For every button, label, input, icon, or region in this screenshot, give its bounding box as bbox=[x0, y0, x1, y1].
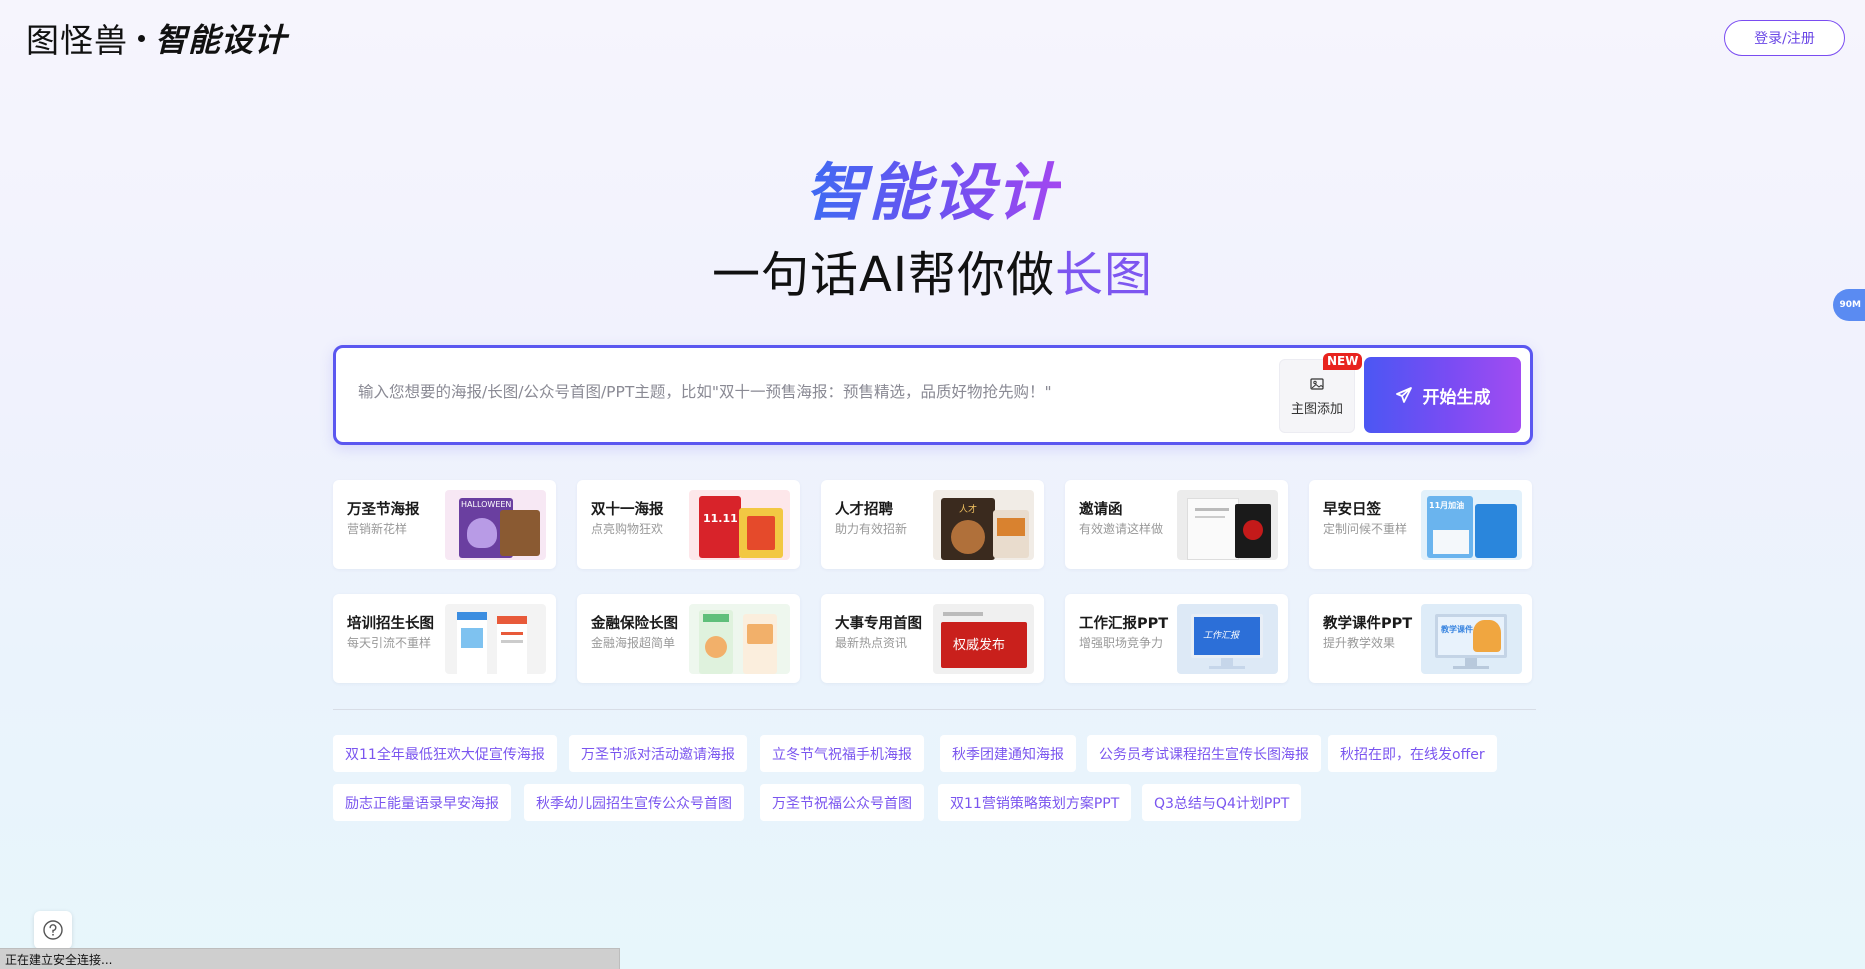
hero-subtitle-highlight: 长图 bbox=[1054, 247, 1153, 303]
training-longimage-thumbnail bbox=[445, 604, 546, 674]
template-card-recruitment[interactable]: 人才招聘 助力有效招新 人才 bbox=[821, 480, 1044, 569]
suggestion-tag[interactable]: 公务员考试课程招生宣传长图海报 bbox=[1087, 735, 1321, 772]
send-icon bbox=[1395, 387, 1412, 403]
card-desc: 营销新花样 bbox=[347, 522, 408, 536]
card-desc: 有效邀请这样做 bbox=[1079, 522, 1164, 536]
work-report-ppt-thumbnail: 工作汇报 bbox=[1177, 604, 1278, 674]
card-title: 工作汇报PPT bbox=[1079, 616, 1169, 632]
halloween-poster-thumbnail: HALLOWEEN bbox=[445, 490, 546, 560]
generate-button[interactable]: 开始生成 bbox=[1364, 357, 1521, 433]
card-desc: 点亮购物狂欢 bbox=[591, 522, 664, 536]
template-card-lesson[interactable]: 教学课件PPT 提升教学效果 教学课件 bbox=[1309, 594, 1532, 683]
template-card-training[interactable]: 培训招生长图 每天引流不重样 bbox=[333, 594, 556, 683]
suggestion-tag[interactable]: 双11营销策略策划方案PPT bbox=[938, 784, 1132, 821]
hero-title: 智能设计 bbox=[804, 156, 1061, 229]
add-main-image-label: 主图添加 bbox=[1290, 401, 1343, 417]
card-title: 教学课件PPT bbox=[1323, 616, 1413, 632]
card-title: 双十一海报 bbox=[591, 502, 664, 518]
prompt-input[interactable] bbox=[356, 382, 1260, 402]
template-card-double11[interactable]: 双十一海报 点亮购物狂欢 11.11 bbox=[577, 480, 800, 569]
template-card-invitation[interactable]: 邀请函 有效邀请这样做 bbox=[1065, 480, 1288, 569]
suggestion-tag[interactable]: 双11全年最低狂欢大促宣传海报 bbox=[333, 735, 557, 772]
lesson-ppt-thumbnail: 教学课件 bbox=[1421, 604, 1522, 674]
suggestion-tag[interactable]: 秋招在即，在线发offer bbox=[1328, 735, 1497, 772]
suggestion-tag[interactable]: 励志正能量语录早安海报 bbox=[333, 784, 511, 821]
logo-dot bbox=[138, 34, 145, 42]
card-title: 人才招聘 bbox=[835, 502, 893, 518]
card-title: 邀请函 bbox=[1079, 502, 1123, 518]
template-card-halloween[interactable]: 万圣节海报 营销新花样 HALLOWEEN bbox=[333, 480, 556, 569]
browser-status-bar: 正在建立安全连接... bbox=[0, 948, 620, 969]
question-icon bbox=[43, 920, 63, 940]
suggestion-tag[interactable]: 万圣节祝福公众号首图 bbox=[760, 784, 924, 821]
new-badge: NEW bbox=[1323, 353, 1363, 370]
invitation-thumbnail bbox=[1177, 490, 1278, 560]
site-logo[interactable]: 图怪兽 智能设计 bbox=[26, 18, 288, 60]
prompt-box: 主图添加 NEW 开始生成 bbox=[333, 345, 1533, 445]
template-card-work-report[interactable]: 工作汇报PPT 增强职场竞争力 工作汇报 bbox=[1065, 594, 1288, 683]
suggestion-tag[interactable]: 秋季幼儿园招生宣传公众号首图 bbox=[524, 784, 744, 821]
card-desc: 金融海报超简单 bbox=[591, 636, 676, 650]
suggestion-tag[interactable]: Q3总结与Q4计划PPT bbox=[1142, 784, 1302, 821]
add-main-image-button[interactable]: 主图添加 bbox=[1279, 359, 1355, 433]
card-title: 万圣节海报 bbox=[347, 502, 420, 518]
hero-subtitle: 一句话AI帮你做长图 bbox=[711, 247, 1153, 303]
card-desc: 最新热点资讯 bbox=[835, 636, 908, 650]
double11-poster-thumbnail: 11.11 bbox=[689, 490, 790, 560]
headline-cover-thumbnail: 权威发布 bbox=[933, 604, 1034, 674]
morning-sign-thumbnail: 11月加油 bbox=[1421, 490, 1522, 560]
help-button[interactable] bbox=[34, 911, 72, 949]
card-desc: 增强职场竞争力 bbox=[1079, 636, 1164, 650]
logo-subtitle: 智能设计 bbox=[155, 21, 288, 59]
template-card-headline[interactable]: 大事专用首图 最新热点资讯 权威发布 bbox=[821, 594, 1044, 683]
insurance-longimage-thumbnail bbox=[689, 604, 790, 674]
card-title: 大事专用首图 bbox=[835, 616, 922, 632]
template-card-morning[interactable]: 早安日签 定制问候不重样 11月加油 bbox=[1309, 480, 1532, 569]
generate-button-label: 开始生成 bbox=[1422, 387, 1491, 408]
section-divider bbox=[333, 709, 1536, 710]
suggestion-tag[interactable]: 万圣节派对活动邀请海报 bbox=[569, 735, 747, 772]
login-register-button[interactable]: 登录/注册 bbox=[1724, 20, 1845, 56]
card-desc: 每天引流不重样 bbox=[347, 636, 432, 650]
card-desc: 定制问候不重样 bbox=[1323, 522, 1408, 536]
card-desc: 助力有效招新 bbox=[835, 522, 908, 536]
card-title: 金融保险长图 bbox=[591, 616, 678, 632]
recruitment-poster-thumbnail: 人才 bbox=[933, 490, 1034, 560]
image-add-icon bbox=[1310, 377, 1324, 390]
suggestion-tag[interactable]: 立冬节气祝福手机海报 bbox=[760, 735, 924, 772]
card-title: 早安日签 bbox=[1323, 502, 1381, 518]
card-title: 培训招生长图 bbox=[347, 616, 434, 632]
suggestion-tag[interactable]: 秋季团建通知海报 bbox=[940, 735, 1076, 772]
logo-text: 图怪兽 bbox=[26, 21, 128, 60]
card-desc: 提升教学效果 bbox=[1323, 636, 1396, 650]
template-card-insurance[interactable]: 金融保险长图 金融海报超简单 bbox=[577, 594, 800, 683]
